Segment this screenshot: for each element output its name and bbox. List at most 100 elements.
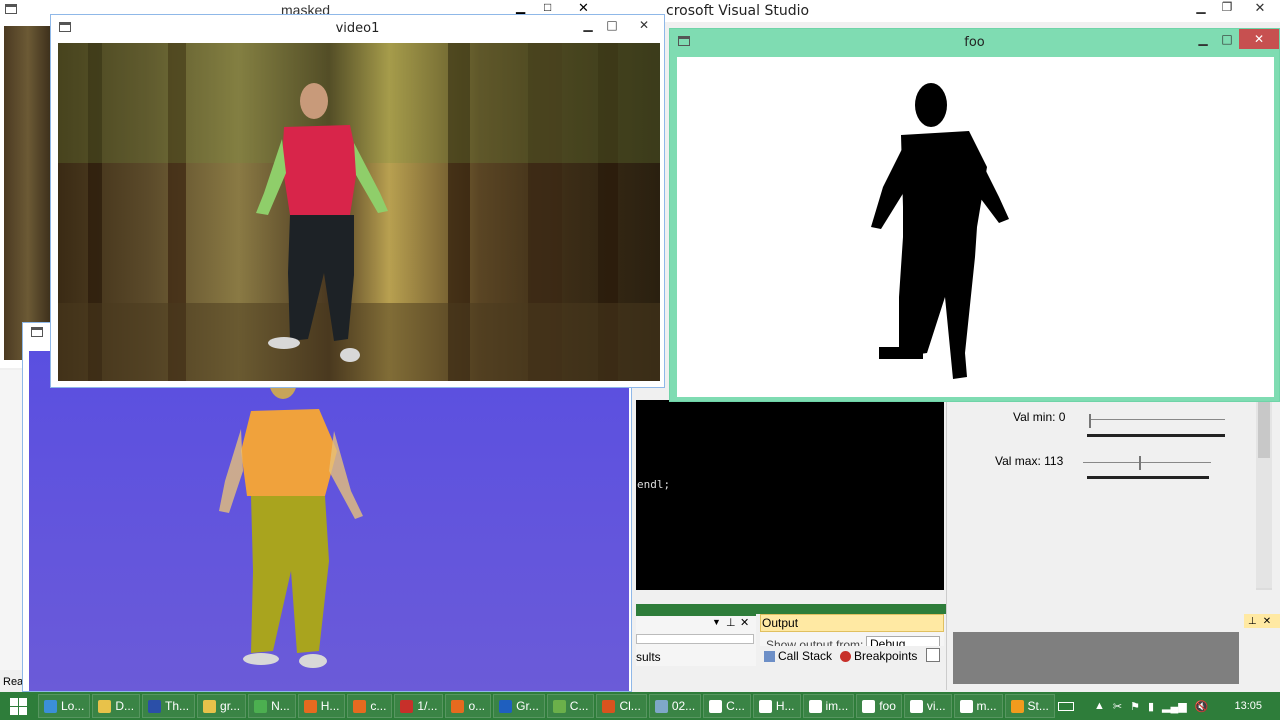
- taskbar-item[interactable]: Cl...: [596, 694, 647, 718]
- vs-window-controls: ▁ ❐ ✕: [1188, 0, 1280, 16]
- app-icon: [758, 699, 772, 713]
- taskbar-item-label: C...: [726, 699, 745, 713]
- taskbar-item[interactable]: Th...: [142, 694, 196, 718]
- masked-image-strip: [4, 26, 52, 360]
- taskbar: Lo... D... Th... gr... N... H... c... 1/... o...…: [0, 692, 1280, 720]
- network-icon[interactable]: ▂▄▆: [1162, 700, 1187, 713]
- taskbar-item[interactable]: H...: [752, 694, 801, 718]
- taskbar-item-label: 1/...: [417, 699, 438, 713]
- app-icon: [808, 699, 822, 713]
- taskbar-item[interactable]: Lo...: [38, 694, 91, 718]
- tray-tool-icon[interactable]: ✂: [1113, 700, 1122, 713]
- breakpoints-icon: [840, 650, 852, 662]
- taskbar-item-label: N...: [271, 699, 290, 713]
- pin-icon[interactable]: ⊥: [1248, 616, 1257, 627]
- minimize-icon[interactable]: ▁: [576, 15, 600, 35]
- scroll-thumb[interactable]: [1258, 402, 1270, 458]
- keyboard-icon[interactable]: [1058, 701, 1074, 711]
- slider-baseline: [1087, 476, 1209, 479]
- taskbar-item[interactable]: gr...: [197, 694, 247, 718]
- tray-arrow-icon[interactable]: ▲: [1094, 700, 1105, 712]
- slider-track: [1089, 419, 1225, 420]
- taskbar-item[interactable]: 02...: [648, 694, 702, 718]
- trackbar-panel: Val min: 0 Val max: 113: [946, 402, 1244, 690]
- minimize-icon[interactable]: ▁: [1188, 0, 1214, 16]
- clock[interactable]: 13:05: [1234, 700, 1262, 712]
- close-icon[interactable]: ✕: [1240, 0, 1280, 16]
- foo-mask-image: [677, 57, 1274, 397]
- taskbar-item[interactable]: foo: [856, 694, 902, 718]
- val-max-row: Val max: 113: [995, 454, 1063, 468]
- code-line: endl;: [637, 478, 671, 491]
- taskbar-item[interactable]: H...: [297, 694, 346, 718]
- app-icon: [148, 699, 162, 713]
- val-max-label: Val max: 113: [995, 454, 1064, 468]
- battery-icon[interactable]: ▮: [1148, 700, 1154, 713]
- slider-thumb[interactable]: [1138, 456, 1141, 470]
- results-field[interactable]: [636, 634, 754, 644]
- foo-titlebar: foo ▁ □ ✕: [670, 29, 1279, 55]
- window-icon: [31, 327, 43, 337]
- maximize-icon[interactable]: □: [1215, 29, 1239, 49]
- taskbar-item[interactable]: o...: [445, 694, 492, 718]
- vs-results-panel: ▼ ⊥ ✕ sults: [636, 614, 756, 666]
- close-icon[interactable]: ✕: [1263, 616, 1271, 627]
- taskbar-item[interactable]: im...: [802, 694, 855, 718]
- val-max-slider[interactable]: [1083, 456, 1213, 480]
- results-tab[interactable]: sults: [636, 650, 661, 664]
- app-icon: [254, 699, 268, 713]
- val-min-label: Val min: 0: [1013, 410, 1066, 424]
- taskbar-item[interactable]: N...: [248, 694, 296, 718]
- breakpoints-tab[interactable]: Breakpoints: [840, 649, 917, 663]
- restore-icon[interactable]: ❐: [1214, 0, 1240, 16]
- app-icon: [709, 699, 723, 713]
- call-stack-tab[interactable]: Call Stack: [764, 649, 832, 663]
- hsv-image: [29, 351, 629, 691]
- trackbar-panel-footer: [953, 632, 1239, 684]
- volume-icon[interactable]: 🔇: [1195, 700, 1209, 713]
- windows-logo-icon: [9, 697, 27, 715]
- app-icon: [499, 699, 513, 713]
- taskbar-item[interactable]: vi...: [903, 694, 952, 718]
- minimize-icon[interactable]: ▁: [516, 0, 525, 14]
- panel-menu-icon[interactable]: [926, 648, 940, 662]
- vs-code-editor[interactable]: endl;: [636, 400, 944, 590]
- start-button[interactable]: [0, 692, 36, 720]
- val-min-slider[interactable]: [1087, 414, 1225, 437]
- taskbar-item-label: Th...: [165, 699, 190, 713]
- taskbar-item[interactable]: D...: [92, 694, 141, 718]
- close-icon[interactable]: ✕: [624, 15, 664, 35]
- person-mask-silhouette: [871, 83, 1009, 379]
- foo-window: foo ▁ □ ✕: [669, 28, 1280, 402]
- taskbar-item-label: c...: [370, 699, 387, 713]
- maximize-icon[interactable]: □: [600, 15, 624, 35]
- close-icon[interactable]: ✕: [740, 616, 749, 629]
- close-icon[interactable]: ✕: [1239, 29, 1279, 49]
- slider-thumb[interactable]: [1089, 414, 1091, 428]
- app-icon: [654, 699, 668, 713]
- app-icon: [303, 699, 317, 713]
- taskbar-item[interactable]: m...: [953, 694, 1003, 718]
- taskbar-item-label: 02...: [671, 699, 696, 713]
- taskbar-item-label: Lo...: [61, 699, 85, 713]
- taskbar-item[interactable]: 1/...: [394, 694, 444, 718]
- taskbar-item-label: im...: [825, 699, 849, 713]
- taskbar-item-label: foo: [879, 699, 896, 713]
- minimize-icon[interactable]: ▁: [1191, 29, 1215, 49]
- taskbar-item[interactable]: c...: [347, 694, 393, 718]
- pin-icon[interactable]: ⊥: [726, 616, 736, 629]
- taskbar-item[interactable]: St...: [1004, 694, 1055, 718]
- taskbar-item[interactable]: C...: [703, 694, 751, 718]
- val-min-row: Val min: 0: [1013, 410, 1065, 424]
- app-icon: [203, 699, 217, 713]
- tray-flag-icon[interactable]: ⚑: [1130, 700, 1140, 713]
- dropdown-arrow-icon[interactable]: ▼: [712, 617, 721, 627]
- taskbar-item[interactable]: C...: [546, 694, 595, 718]
- taskbar-item-label: H...: [775, 699, 795, 713]
- right-scrollbar[interactable]: [1256, 402, 1272, 588]
- taskbar-item[interactable]: Gr...: [493, 694, 545, 718]
- maximize-icon[interactable]: □: [544, 0, 551, 14]
- taskbar-item-label: Gr...: [516, 699, 539, 713]
- window-icon: [5, 4, 17, 14]
- vs-status-text: Rea: [3, 676, 24, 688]
